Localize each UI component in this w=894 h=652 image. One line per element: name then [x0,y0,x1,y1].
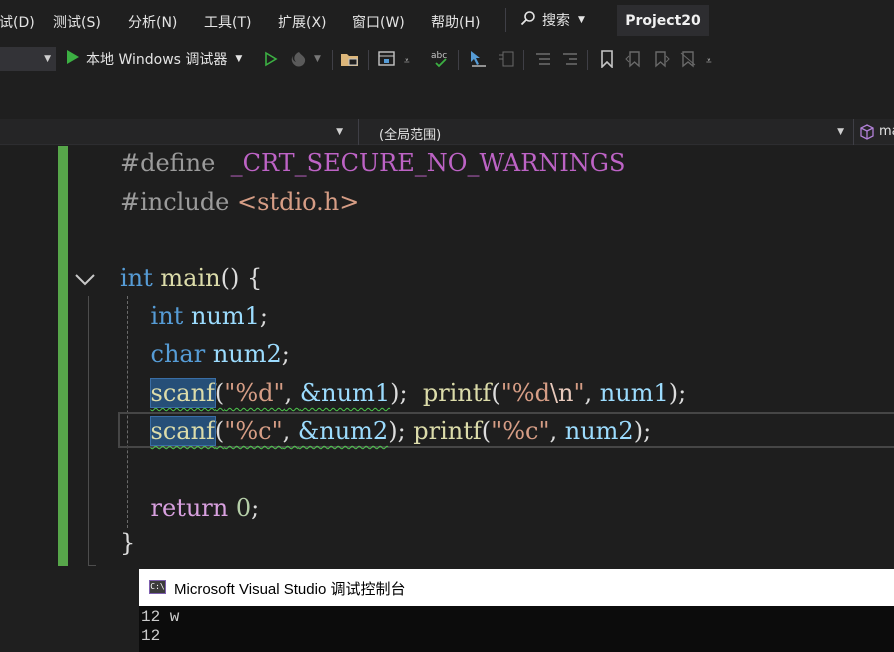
code-token: num2 [212,340,282,368]
console-title: Microsoft Visual Studio 调试控制台 [174,581,406,598]
code-line-include: #include <stdio.h> [120,183,359,221]
outline-scope-end [88,565,96,566]
menu-debug[interactable]: 试(D) [0,12,35,32]
toolbar-separator [332,50,333,70]
play-icon [66,49,80,69]
code-token: scanf [149,416,216,446]
console-app-icon: C:\ [149,580,166,594]
chevron-down-icon: ▼ [314,54,321,64]
menu-tools[interactable]: 工具(T) [204,12,251,32]
run-debugger-label: 本地 Windows 调试器 [86,52,228,68]
toolbar-separator [523,50,524,70]
project-title: Project20 [617,5,709,36]
spell-check-icon[interactable]: abc [430,48,452,70]
menu-extensions[interactable]: 扩展(X) [278,12,327,32]
chevron-down-icon: ▼ [44,54,51,64]
console-title-bar[interactable]: C:\ Microsoft Visual Studio 调试控制台 [139,569,894,606]
toolbar-separator [368,50,369,70]
toolbar-separator [587,50,588,70]
code-token: #define [120,149,216,177]
chevron-down-icon: ▼ [837,127,844,137]
code-token: " [573,379,585,407]
code-token: } [120,529,136,557]
scope-dropdown[interactable]: (全局范围) ▼ [358,119,852,145]
change-tracking-bar [58,146,68,566]
bookmark-icon[interactable] [596,48,618,70]
code-token: return [150,494,229,522]
cube-icon [859,124,875,144]
next-bookmark-icon[interactable] [650,48,672,70]
format-document-icon[interactable] [495,48,517,70]
console-output-line: 12 [141,627,161,645]
uncomment-icon[interactable] [559,48,581,70]
code-token: num1 [190,302,260,330]
menu-help[interactable]: 帮助(H) [431,12,480,32]
code-token: main [160,264,221,292]
search-button[interactable]: 搜索 ▼ [520,10,585,30]
code-token: scanf [149,378,216,408]
code-token: int [120,264,153,292]
menu-analyze[interactable]: 分析(N) [128,12,177,32]
code-line-close-brace: } [120,524,135,562]
overflow-caret-icon[interactable]: ⩡ [404,56,410,67]
code-line-main: int main() { [120,259,262,297]
outline-scope-line [88,296,89,566]
step-cursor-icon[interactable] [467,48,489,70]
solution-config-dropdown[interactable]: ▼ [0,47,56,71]
code-token: num2 [564,417,634,445]
code-token: _CRT_SECURE_NO_WARNINGS [230,149,626,177]
code-token: "%c" [491,417,550,445]
code-token: &num1 [299,379,391,407]
menu-bar: 试(D) 测试(S) 分析(N) 工具(T) 扩展(X) 窗口(W) 帮助(H)… [0,0,894,42]
code-token: <stdio.h> [237,188,360,216]
search-icon [520,10,536,30]
code-token: () { [220,264,263,292]
run-debugger-button[interactable]: 本地 Windows 调试器 ▼ [66,47,242,71]
clear-bookmarks-icon[interactable] [677,48,699,70]
code-token: #include [120,188,230,216]
scope-label: (全局范围) [379,128,442,143]
navigation-bar: ▼ (全局范围) ▼ ma [0,119,894,145]
code-token: "%d" [224,379,285,407]
chevron-down-icon: ▼ [336,127,343,137]
search-label: 搜索 [542,13,570,29]
code-editor[interactable]: #define _CRT_SECURE_NO_WARNINGS #include… [0,146,894,570]
menu-test[interactable]: 测试(S) [53,12,101,32]
code-token: printf [422,379,492,407]
hot-reload-icon[interactable] [288,48,310,70]
overflow-caret-icon[interactable]: ⩡ [706,56,712,67]
code-token: 0 [235,494,252,522]
code-token: \n [549,379,574,407]
code-line-define: #define _CRT_SECURE_NO_WARNINGS [120,146,625,182]
open-folder-icon[interactable] [339,48,361,70]
member-label: ma [879,124,894,139]
window-layout-icon[interactable] [376,48,398,70]
code-token: printf [413,417,482,445]
start-without-debugging-icon[interactable] [260,48,282,70]
menu-separator [505,8,506,32]
code-token: int [150,302,184,330]
toolbar-separator [458,50,459,70]
code-line-scanf-printf-1: scanf("%d", &num1); printf("%d\n", num1)… [149,378,687,408]
code-line-scanf-printf-2: scanf("%c", &num2); printf("%c", num2); [149,416,652,446]
code-token: &num2 [297,417,389,445]
code-line-return: return 0; [150,494,260,522]
member-dropdown[interactable]: ma [853,119,894,145]
code-line-decl-num1: int num1; [150,302,268,330]
code-line-decl-num2: char num2; [150,340,290,368]
console-output-line: 12 w [141,608,180,626]
chevron-down-icon: ▼ [235,54,243,64]
previous-bookmark-icon[interactable] [623,48,645,70]
chevron-down-icon: ▼ [578,15,585,25]
toolbar: ▼ 本地 Windows 调试器 ▼ ▼ ⩡ abc ⩡ [0,42,894,78]
collapse-chevron-icon[interactable] [74,272,96,291]
code-token: "%c" [224,417,283,445]
code-token: char [150,340,206,368]
code-token: "%d [500,379,550,407]
code-token: num1 [599,379,669,407]
menu-window[interactable]: 窗口(W) [352,12,405,32]
debug-console-window[interactable]: C:\ Microsoft Visual Studio 调试控制台 12 w 1… [139,569,894,652]
project-dropdown[interactable]: ▼ [0,119,352,145]
comment-out-icon[interactable] [532,48,554,70]
